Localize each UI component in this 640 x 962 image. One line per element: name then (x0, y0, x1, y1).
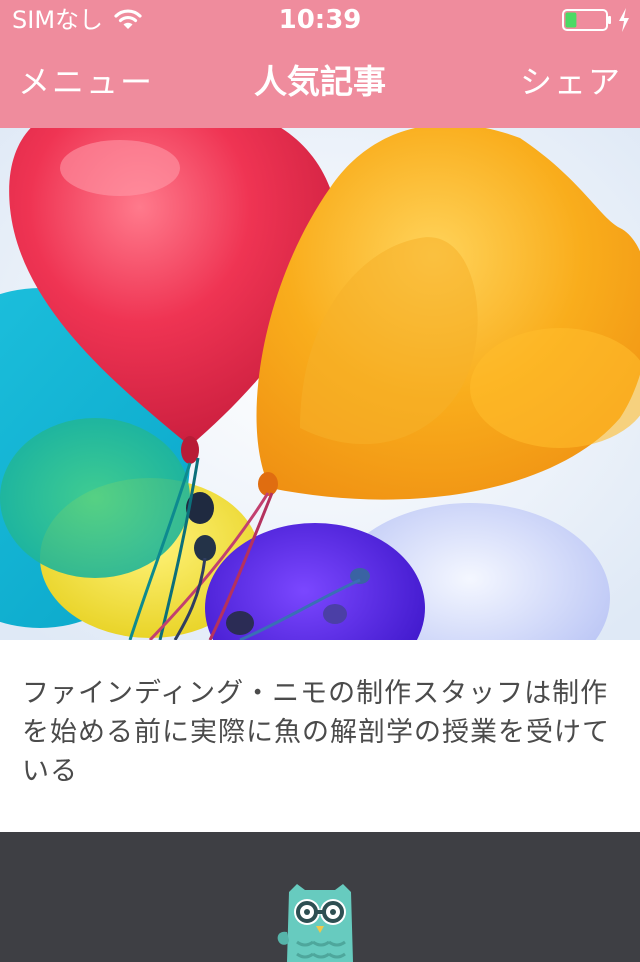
battery-icon (562, 9, 611, 31)
article-hero-image[interactable] (0, 128, 640, 640)
article-card[interactable]: ファインディング・ニモの制作スタッフは制作を始める前に実際に魚の解剖学の授業を受… (0, 640, 640, 832)
article-title[interactable]: ファインディング・ニモの制作スタッフは制作を始める前に実際に魚の解剖学の授業を受… (22, 674, 620, 791)
app-header: SIMなし 10:39 メニュー 人気記事 シェア (0, 0, 640, 128)
footer (0, 832, 640, 962)
charging-bolt-icon (619, 8, 629, 32)
status-bar: SIMなし 10:39 (0, 0, 640, 40)
owl-logo (277, 884, 353, 962)
balloons-photo (0, 128, 640, 640)
status-time: 10:39 (278, 5, 362, 35)
share-button[interactable]: シェア (520, 62, 622, 102)
battery-level-fill (565, 12, 577, 28)
